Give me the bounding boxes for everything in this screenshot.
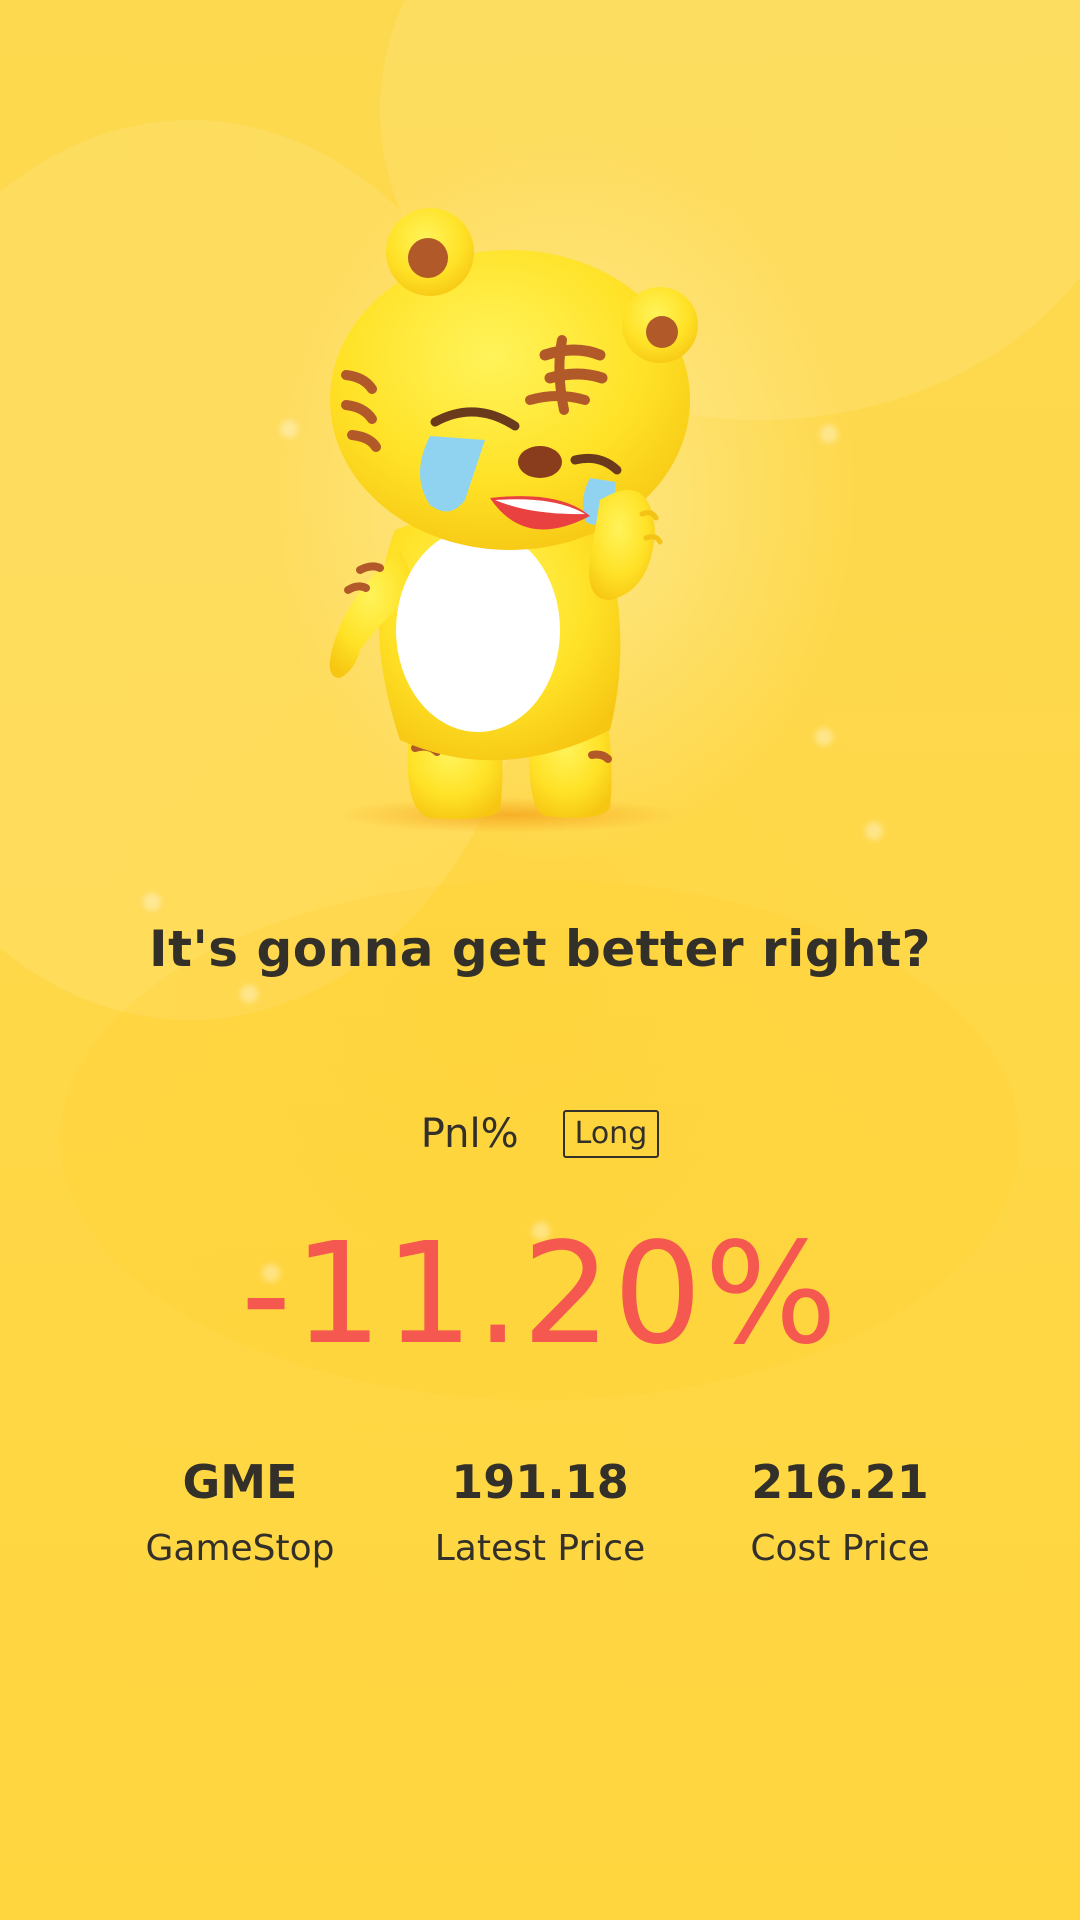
headline-text: It's gonna get better right? [148, 920, 932, 978]
sparkle-decoration [820, 425, 838, 443]
stat-cost-price: 216.21 Cost Price [690, 1450, 990, 1569]
sparkle-decoration [240, 985, 258, 1003]
position-stats: GME GameStop 191.18 Latest Price 216.21 … [90, 1450, 990, 1569]
latest-price-label: Latest Price [434, 1528, 646, 1569]
latest-price-value: 191.18 [451, 1455, 629, 1509]
crying-tiger-mascot-icon [300, 200, 820, 840]
ticker-symbol: GME [182, 1455, 298, 1509]
stat-latest-price: 191.18 Latest Price [390, 1450, 690, 1569]
stat-ticker: GME GameStop [90, 1450, 390, 1569]
sparkle-decoration [143, 893, 161, 911]
cost-price-label: Cost Price [750, 1528, 930, 1569]
company-name: GameStop [145, 1528, 335, 1569]
cost-price-value: 216.21 [751, 1455, 929, 1509]
pnl-header: Pnl% Long [0, 1110, 1080, 1158]
sparkle-decoration [280, 420, 298, 438]
pnl-percentage: -11.20% [240, 1213, 840, 1376]
position-direction-badge: Long [562, 1110, 660, 1158]
pnl-label: Pnl% [420, 1111, 519, 1157]
share-card: It's gonna get better right? Pnl% Long -… [0, 0, 1080, 1920]
sparkle-decoration [865, 822, 883, 840]
